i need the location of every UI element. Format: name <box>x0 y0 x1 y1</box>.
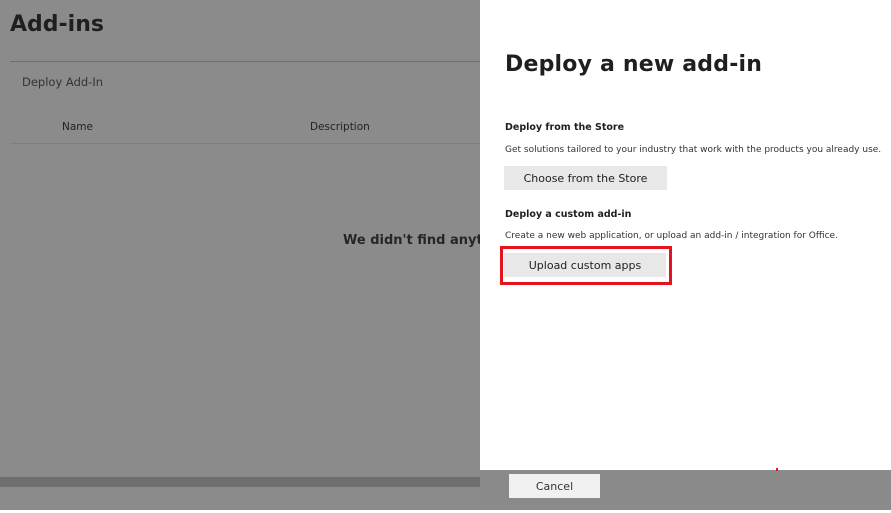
store-section-description: Get solutions tailored to your industry … <box>505 145 882 155</box>
deploy-add-in-button[interactable]: Deploy Add-In <box>22 75 103 89</box>
custom-section-heading: Deploy a custom add-in <box>505 209 632 220</box>
page-title: Add-ins <box>10 12 104 37</box>
panel-title: Deploy a new add-in <box>505 52 763 77</box>
horizontal-scrollbar[interactable] <box>0 477 480 487</box>
upload-custom-apps-button[interactable]: Upload custom apps <box>504 253 666 277</box>
choose-from-store-button[interactable]: Choose from the Store <box>504 166 667 190</box>
deploy-panel: Deploy a new add-in Deploy from the Stor… <box>480 0 891 470</box>
cancel-button[interactable]: Cancel <box>509 474 600 498</box>
column-header-description[interactable]: Description <box>310 121 370 133</box>
divider <box>10 61 480 62</box>
store-section-heading: Deploy from the Store <box>505 122 625 133</box>
column-header-name[interactable]: Name <box>62 121 93 133</box>
cursor-mark <box>776 468 778 471</box>
table-header-divider <box>10 143 480 144</box>
custom-section-description: Create a new web application, or upload … <box>505 231 838 241</box>
panel-footer: Cancel <box>480 468 891 510</box>
